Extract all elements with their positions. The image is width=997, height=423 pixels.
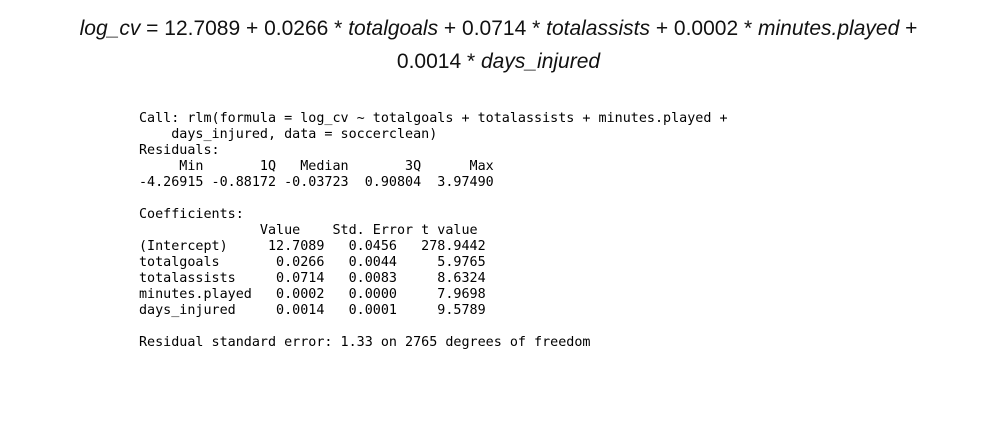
variable-totalgoals: totalgoals	[348, 17, 439, 40]
equation-term-4: 0.0014 *	[396, 50, 481, 73]
residual-standard-error: Residual standard error: 1.33 on 2765 de…	[139, 335, 591, 350]
variable-days-injured: days_injured	[480, 50, 601, 73]
equation-intercept-term: = 12.7089 + 0.0266 *	[140, 17, 349, 40]
coefficients-header: Value Std. Error t value	[139, 223, 486, 238]
residuals-header: Min 1Q Median 3Q Max	[139, 159, 502, 174]
coefficient-row-minutes-played: minutes.played 0.0002 0.0000 7.9698	[139, 287, 486, 302]
residuals-values: -4.26915 -0.88172 -0.03723 0.90804 3.974…	[139, 175, 502, 190]
equation-plus: +	[899, 17, 918, 40]
equation-term-2: + 0.0714 *	[438, 17, 547, 40]
variable-minutes-played: minutes.played	[758, 17, 900, 40]
equation-line-2: 0.0014 * days_injured	[0, 45, 997, 78]
equation-term-3: + 0.0002 *	[649, 17, 758, 40]
equation-line-1: log_cv = 12.7089 + 0.0266 * totalgoals +…	[0, 12, 997, 45]
coefficient-row-totalgoals: totalgoals 0.0266 0.0044 5.9765	[139, 255, 486, 270]
call-line-2: days_injured, data = soccerclean)	[139, 127, 438, 142]
r-console-output: Call: rlm(formula = log_cv ~ totalgoals …	[139, 111, 939, 351]
variable-totalassists: totalassists	[546, 17, 650, 40]
response-variable: log_cv	[79, 17, 141, 40]
regression-equation: log_cv = 12.7089 + 0.0266 * totalgoals +…	[0, 12, 997, 78]
coefficient-row-intercept: (Intercept) 12.7089 0.0456 278.9442	[139, 239, 486, 254]
residuals-title: Residuals:	[139, 143, 220, 158]
coefficient-row-totalassists: totalassists 0.0714 0.0083 8.6324	[139, 271, 486, 286]
coefficients-title: Coefficients:	[139, 207, 244, 222]
coefficient-row-days-injured: days_injured 0.0014 0.0001 9.5789	[139, 303, 486, 318]
call-line-1: Call: rlm(formula = log_cv ~ totalgoals …	[139, 111, 736, 126]
